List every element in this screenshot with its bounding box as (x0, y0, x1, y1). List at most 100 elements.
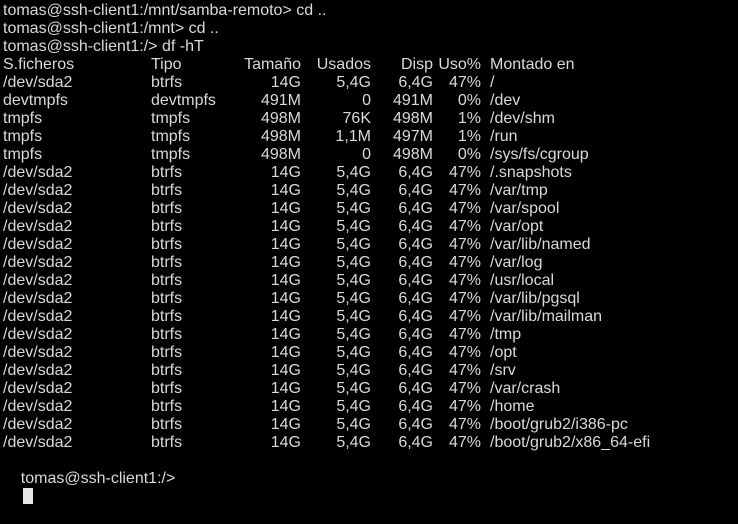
cell-size: 14G (270, 380, 301, 397)
cell-filesystem: /dev/sda2 (3, 254, 73, 271)
cell-use-percent: 47% (448, 272, 481, 289)
header-type: Tipo (151, 56, 182, 73)
cell-type: btrfs (151, 398, 183, 415)
history-line: tomas@ssh-client1:/mnt/samba-remoto> cd … (3, 2, 327, 19)
cell-filesystem: tmpfs (3, 110, 43, 127)
cell-type: btrfs (151, 362, 183, 379)
cell-avail: 6,4G (398, 416, 433, 433)
history-line: tomas@ssh-client1:/mnt> cd .. (3, 20, 219, 37)
header-mount: Montado en (490, 56, 575, 73)
table-row: /dev/sda2 btrfs 14G 5,4G 6,4G 47% /tmp (0, 326, 738, 344)
header-filesystem: S.ficheros (3, 56, 75, 73)
cell-used: 5,4G (336, 254, 371, 271)
cell-avail: 6,4G (398, 344, 433, 361)
header-use-percent: Uso% (438, 56, 481, 73)
cell-type: btrfs (151, 434, 183, 451)
cell-type: btrfs (151, 272, 183, 289)
cell-filesystem: tmpfs (3, 146, 43, 163)
table-row: tmpfs tmpfs 498M 76K 498M 1% /dev/shm (0, 110, 738, 128)
cell-use-percent: 47% (448, 182, 481, 199)
cell-use-percent: 47% (448, 308, 481, 325)
cell-used: 5,4G (336, 344, 371, 361)
cell-avail: 6,4G (398, 74, 433, 91)
cell-type: btrfs (151, 74, 183, 91)
header-used: Usados (316, 56, 371, 73)
cell-avail: 6,4G (398, 380, 433, 397)
cell-mount: /var/lib/named (490, 236, 591, 253)
cell-type: btrfs (151, 164, 183, 181)
cell-size: 14G (270, 344, 301, 361)
cell-avail: 6,4G (398, 362, 433, 379)
cell-avail: 497M (392, 128, 433, 145)
prompt-text: tomas@ssh-client1:/> (20, 470, 176, 487)
cell-type: btrfs (151, 218, 183, 235)
cell-type: devtmpfs (151, 92, 216, 109)
cell-use-percent: 47% (448, 164, 481, 181)
cell-use-percent: 47% (448, 434, 481, 451)
table-row: /dev/sda2 btrfs 14G 5,4G 6,4G 47% /boot/grub2/… (0, 434, 738, 452)
cell-used: 5,4G (336, 74, 371, 91)
cell-mount: /tmp (490, 326, 522, 343)
cell-avail: 6,4G (398, 164, 433, 181)
cell-size: 14G (270, 74, 301, 91)
terminal-window[interactable]: tomas@ssh-client1:/mnt/samba-remoto> cd … (0, 0, 738, 504)
cell-size: 498M (260, 128, 301, 145)
cell-use-percent: 47% (448, 380, 481, 397)
table-row: /dev/sda2 btrfs 14G 5,4G 6,4G 47% /.snapshots (0, 164, 738, 182)
cell-use-percent: 47% (448, 218, 481, 235)
cell-used: 5,4G (336, 308, 371, 325)
cell-size: 14G (270, 182, 301, 199)
cell-mount: /sys/fs/cgroup (490, 146, 589, 163)
cell-filesystem: /dev/sda2 (3, 182, 73, 199)
cell-used: 5,4G (336, 380, 371, 397)
cell-filesystem: devtmpfs (3, 92, 68, 109)
cell-use-percent: 47% (448, 254, 481, 271)
cell-filesystem: /dev/sda2 (3, 398, 73, 415)
table-row: tmpfs tmpfs 498M 1,1M 497M 1% /run (0, 128, 738, 146)
cell-used: 5,4G (336, 200, 371, 217)
cell-avail: 6,4G (398, 236, 433, 253)
cell-filesystem: /dev/sda2 (3, 380, 73, 397)
cell-mount: / (490, 74, 495, 91)
table-row: /dev/sda2 btrfs 14G 5,4G 6,4G 47% /var/log (0, 254, 738, 272)
command-history: tomas@ssh-client1:/mnt/samba-remoto> cd … (0, 0, 738, 55)
cell-size: 14G (270, 236, 301, 253)
cell-filesystem: /dev/sda2 (3, 416, 73, 433)
cell-mount: /boot/grub2/x86_64-efi (490, 434, 651, 451)
cell-use-percent: 47% (448, 236, 481, 253)
table-row: devtmpfs devtmpfs 491M 0 491M 0% /dev (0, 92, 738, 110)
cell-used: 5,4G (336, 272, 371, 289)
cell-used: 76K (342, 110, 371, 127)
cell-used: 5,4G (336, 164, 371, 181)
prompt-line[interactable]: tomas@ssh-client1:/> (0, 452, 738, 504)
cell-use-percent: 47% (448, 200, 481, 217)
cell-filesystem: /dev/sda2 (3, 290, 73, 307)
cell-size: 14G (270, 200, 301, 217)
cell-avail: 6,4G (398, 218, 433, 235)
cell-used: 0 (362, 92, 371, 109)
cell-size: 498M (260, 146, 301, 163)
cell-size: 14G (270, 290, 301, 307)
cell-size: 498M (260, 110, 301, 127)
cell-mount: /var/lib/mailman (490, 308, 603, 325)
cell-avail: 491M (392, 92, 433, 109)
cell-filesystem: /dev/sda2 (3, 218, 73, 235)
cell-use-percent: 47% (448, 290, 481, 307)
history-line: tomas@ssh-client1:/> df -hT (3, 38, 204, 55)
cell-size: 14G (270, 254, 301, 271)
cell-type: btrfs (151, 344, 183, 361)
cell-size: 14G (270, 398, 301, 415)
cell-type: btrfs (151, 182, 183, 199)
cell-avail: 6,4G (398, 290, 433, 307)
table-row: /dev/sda2 btrfs 14G 5,4G 6,4G 47% /opt (0, 344, 738, 362)
cell-size: 14G (270, 218, 301, 235)
cell-avail: 6,4G (398, 200, 433, 217)
cell-used: 5,4G (336, 398, 371, 415)
cell-use-percent: 0% (457, 92, 481, 109)
cell-filesystem: /dev/sda2 (3, 434, 73, 451)
cell-avail: 6,4G (398, 272, 433, 289)
cell-type: btrfs (151, 380, 183, 397)
cell-type: btrfs (151, 326, 183, 343)
cell-type: btrfs (151, 308, 183, 325)
cell-size: 14G (270, 416, 301, 433)
